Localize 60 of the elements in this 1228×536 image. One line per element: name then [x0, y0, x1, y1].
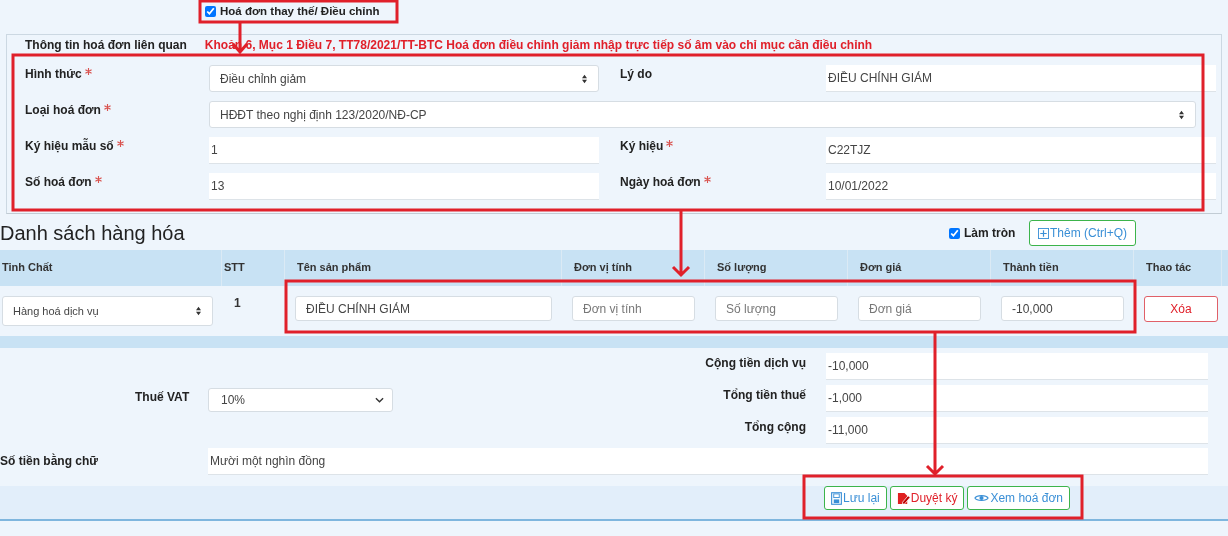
- table-input[interactable]: Đơn giá: [858, 296, 981, 321]
- column-header: STT: [222, 250, 285, 286]
- amount-words-field[interactable]: Mười một nghìn đồng: [208, 447, 1208, 475]
- save-button[interactable]: Lưu lại: [824, 486, 887, 510]
- approve-button[interactable]: Duyệt ký: [889, 486, 965, 510]
- column-header: Tên sản phẩm: [285, 250, 562, 286]
- amount-words-label: Số tiền bằng chữ: [0, 454, 100, 468]
- column-header: Tinh Chất: [0, 250, 222, 286]
- delete-button[interactable]: Xóa: [1144, 296, 1218, 322]
- save-icon: [831, 491, 842, 505]
- column-header: Số lượng: [705, 250, 848, 286]
- table-input[interactable]: -10,000: [1001, 296, 1124, 321]
- sort-caret-icon: [1178, 109, 1185, 120]
- rounding-checkbox[interactable]: [949, 227, 960, 239]
- rounding-label: Làm tròn: [964, 226, 1016, 240]
- table-input[interactable]: Số lượng: [715, 296, 838, 321]
- total-label: Tổng tiền thuế: [723, 388, 806, 402]
- annotation-arrow: [671, 209, 691, 278]
- eye-icon: [974, 493, 990, 503]
- input-field[interactable]: 1: [209, 137, 599, 164]
- total-field[interactable]: -11,000: [826, 417, 1208, 444]
- row-number: 1: [234, 296, 241, 310]
- field-label: Ký hiệu mẫu số: [25, 139, 114, 153]
- total-field[interactable]: -1,000: [826, 385, 1208, 412]
- total-field[interactable]: -10,000: [826, 353, 1208, 380]
- sort-caret-icon: [581, 73, 588, 84]
- field-label: Loại hoá đơn: [25, 103, 101, 117]
- pen-document-icon: [896, 491, 910, 505]
- sort-caret-icon: [195, 306, 202, 316]
- table-input[interactable]: Đơn vị tính: [572, 296, 695, 321]
- chevron-down-icon: [375, 397, 384, 403]
- input-field[interactable]: 10/01/2022: [826, 173, 1216, 200]
- select-field[interactable]: Điều chỉnh giảm: [209, 65, 599, 92]
- input-field[interactable]: ĐIỀU CHỈNH GIẢM: [826, 65, 1216, 92]
- add-button[interactable]: Thêm (Ctrl+Q): [1029, 220, 1136, 246]
- field-label: Lý do: [620, 67, 652, 81]
- column-header: Đơn giá: [848, 250, 991, 286]
- plus-square-icon: [1038, 227, 1049, 239]
- input-field[interactable]: 13: [209, 173, 599, 200]
- field-label: Số hoá đơn: [25, 175, 92, 189]
- total-label: Cộng tiền dịch vụ: [705, 356, 806, 370]
- total-label: Tổng cộng: [744, 420, 806, 434]
- section-title: Danh sách hàng hóa: [0, 221, 186, 245]
- column-header: Thao tác: [1134, 250, 1222, 286]
- field-label: Ngày hoá đơn: [620, 175, 701, 189]
- column-header: Thành tiền: [991, 250, 1134, 286]
- select-field[interactable]: Hàng hoá dịch vụ: [2, 296, 213, 326]
- replace-toggle[interactable]: Hoá đơn thay thế/ Điều chỉnh: [205, 0, 380, 22]
- field-label: Hình thức: [25, 67, 82, 81]
- table-input[interactable]: ĐIỀU CHỈNH GIẢM: [295, 296, 552, 321]
- vat-select[interactable]: 10%: [208, 388, 393, 412]
- column-header: Đơn vị tính: [562, 250, 705, 286]
- preview-button[interactable]: Xem hoá đơn: [967, 486, 1070, 510]
- replace-label: Hoá đơn thay thế/ Điều chỉnh: [220, 5, 380, 17]
- replace-checkbox[interactable]: [205, 5, 216, 17]
- field-label: Ký hiệu: [620, 139, 664, 153]
- input-field[interactable]: C22TJZ: [826, 137, 1216, 164]
- vat-label: Thuế VAT: [134, 389, 191, 404]
- select-field[interactable]: HĐĐT theo nghị định 123/2020/NĐ-CP: [209, 101, 1196, 128]
- section-title: Thông tin hoá đơn liên quan: [25, 38, 187, 52]
